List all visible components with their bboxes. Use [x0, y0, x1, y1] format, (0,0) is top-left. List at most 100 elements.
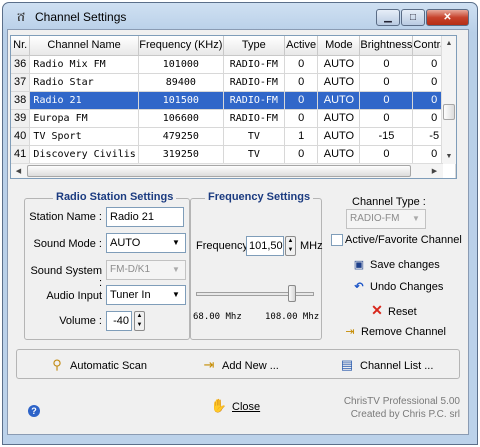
save-changes-button[interactable]: ▣ Save changes: [351, 258, 440, 271]
cell-frequency[interactable]: 101500: [138, 91, 224, 110]
column-header-frequency[interactable]: Frequency (KHz): [138, 36, 224, 56]
sound-system-select[interactable]: FM-D/K1 ▼: [106, 260, 186, 280]
table-vertical-scrollbar[interactable]: ▲ ▼: [441, 36, 456, 164]
horizontal-scroll-thumb[interactable]: [27, 165, 411, 177]
sound-system-value: FM-D/K1: [110, 264, 150, 275]
cell-active[interactable]: 0: [284, 145, 319, 164]
floppy-disk-icon: ▣: [353, 259, 365, 271]
close-button[interactable]: ✋ Close: [210, 398, 260, 414]
cell-active[interactable]: 0: [284, 109, 319, 128]
scroll-left-icon[interactable]: ◀: [11, 164, 26, 178]
active-favorite-checkbox[interactable]: [331, 234, 343, 246]
product-version: ChrisTV Professional 5.00: [343, 396, 460, 407]
cell-active[interactable]: 0: [284, 73, 319, 92]
scroll-up-icon[interactable]: ▲: [442, 36, 456, 51]
table-row[interactable]: 38 Radio 21 101500 RADIO-FM 0 AUTO 0 0: [11, 91, 456, 110]
frequency-spinner[interactable]: ▲ ▼: [285, 236, 296, 256]
cell-channel-name[interactable]: Europa FM: [29, 109, 139, 128]
cell-type[interactable]: RADIO-FM: [223, 109, 285, 128]
scroll-down-icon[interactable]: ▼: [442, 149, 456, 164]
minimize-button[interactable]: ▁: [376, 9, 400, 26]
table-row[interactable]: 37 Radio Star 89400 RADIO-FM 0 AUTO 0 0: [11, 73, 456, 92]
cell-channel-name[interactable]: Radio 21: [29, 91, 139, 110]
cell-mode[interactable]: AUTO: [317, 145, 361, 164]
magnifier-icon: ⚲: [52, 357, 62, 372]
cell-nr[interactable]: 37: [11, 73, 31, 92]
column-header-type[interactable]: Type: [223, 36, 285, 56]
sound-mode-select[interactable]: AUTO ▼: [106, 233, 186, 253]
cell-brightness[interactable]: -15: [359, 127, 414, 146]
frequency-input[interactable]: 101,50: [246, 236, 284, 256]
cell-nr[interactable]: 39: [11, 109, 31, 128]
station-name-input[interactable]: Radio 21: [106, 207, 184, 227]
cell-brightness[interactable]: 0: [359, 55, 414, 74]
cell-active[interactable]: 1: [284, 127, 319, 146]
cell-mode[interactable]: AUTO: [317, 55, 361, 74]
cell-nr[interactable]: 38: [11, 91, 31, 110]
frequency-settings-title: Frequency Settings: [205, 191, 314, 203]
cell-mode[interactable]: AUTO: [317, 109, 361, 128]
table-row[interactable]: 39 Europa FM 106600 RADIO-FM 0 AUTO 0 0: [11, 109, 456, 128]
table-horizontal-scrollbar[interactable]: ◀ ▶: [11, 163, 443, 178]
table-row[interactable]: 40 TV Sport 479250 TV 1 AUTO -15 -5: [11, 127, 456, 146]
cell-channel-name[interactable]: TV Sport: [29, 127, 139, 146]
table-row[interactable]: 41 Discovery Civilis 319250 TV 0 AUTO 0 0: [11, 145, 456, 164]
scroll-right-icon[interactable]: ▶: [427, 164, 442, 178]
frequency-slider-track[interactable]: [196, 292, 314, 296]
cell-nr[interactable]: 36: [11, 55, 31, 74]
cell-channel-name[interactable]: Radio Star: [29, 73, 139, 92]
vertical-scroll-thumb[interactable]: [443, 104, 455, 120]
chevron-down-icon: ▼: [412, 214, 420, 223]
save-changes-label: Save changes: [370, 259, 440, 271]
cell-channel-name[interactable]: Discovery Civilis: [29, 145, 139, 164]
cell-nr[interactable]: 41: [11, 145, 31, 164]
remove-arrow-icon: ⇥: [345, 326, 355, 338]
undo-arrow-icon: ↶: [354, 281, 364, 293]
cell-type[interactable]: TV: [223, 127, 285, 146]
table-header-row: Nr. Channel Name Frequency (KHz) Type Ac…: [11, 36, 456, 56]
add-channel-icon: ⇥: [203, 357, 215, 372]
cell-type[interactable]: RADIO-FM: [223, 91, 285, 110]
cell-mode[interactable]: AUTO: [317, 91, 361, 110]
add-new-button[interactable]: ⇥ Add New ...: [200, 357, 279, 373]
channel-type-select[interactable]: RADIO-FM ▼: [346, 209, 426, 229]
cell-active[interactable]: 0: [284, 91, 319, 110]
cell-mode[interactable]: AUTO: [317, 127, 361, 146]
reset-button[interactable]: ✕ Reset: [369, 302, 417, 319]
maximize-button[interactable]: □: [401, 9, 425, 26]
undo-changes-button[interactable]: ↶ Undo Changes: [351, 280, 443, 293]
remove-channel-button[interactable]: ⇥ Remove Channel: [342, 325, 446, 338]
close-window-button[interactable]: ✕: [426, 9, 469, 26]
volume-spinner[interactable]: ▲ ▼: [134, 311, 145, 331]
cell-brightness[interactable]: 0: [359, 73, 414, 92]
column-header-channel-name[interactable]: Channel Name: [29, 36, 139, 56]
cell-brightness[interactable]: 0: [359, 145, 414, 164]
reset-label: Reset: [388, 306, 417, 318]
cell-brightness[interactable]: 0: [359, 91, 414, 110]
column-header-active[interactable]: Active: [284, 36, 319, 56]
cell-nr[interactable]: 40: [11, 127, 31, 146]
help-icon[interactable]: ?: [28, 405, 40, 417]
frequency-slider-thumb[interactable]: [288, 285, 296, 302]
audio-input-select[interactable]: Tuner In ▼: [106, 285, 186, 305]
automatic-scan-button[interactable]: ⚲ Automatic Scan: [48, 357, 147, 373]
column-header-mode[interactable]: Mode: [317, 36, 361, 56]
cell-frequency[interactable]: 101000: [138, 55, 224, 74]
column-header-brightness[interactable]: Brightness: [359, 36, 414, 56]
table-row[interactable]: 36 Radio Mix FM 101000 RADIO-FM 0 AUTO 0 0: [11, 55, 456, 74]
cell-mode[interactable]: AUTO: [317, 73, 361, 92]
cell-channel-name[interactable]: Radio Mix FM: [29, 55, 139, 74]
volume-input[interactable]: -40: [106, 311, 132, 331]
cell-frequency[interactable]: 89400: [138, 73, 224, 92]
frequency-min-label: 68.00 Mhz: [193, 312, 242, 322]
column-header-nr[interactable]: Nr.: [11, 36, 31, 56]
cell-frequency[interactable]: 479250: [138, 127, 224, 146]
channel-list-button[interactable]: ▤ Channel List ...: [338, 357, 434, 373]
cell-type[interactable]: RADIO-FM: [223, 55, 285, 74]
cell-frequency[interactable]: 319250: [138, 145, 224, 164]
cell-type[interactable]: RADIO-FM: [223, 73, 285, 92]
cell-type[interactable]: TV: [223, 145, 285, 164]
cell-brightness[interactable]: 0: [359, 109, 414, 128]
cell-frequency[interactable]: 106600: [138, 109, 224, 128]
cell-active[interactable]: 0: [284, 55, 319, 74]
